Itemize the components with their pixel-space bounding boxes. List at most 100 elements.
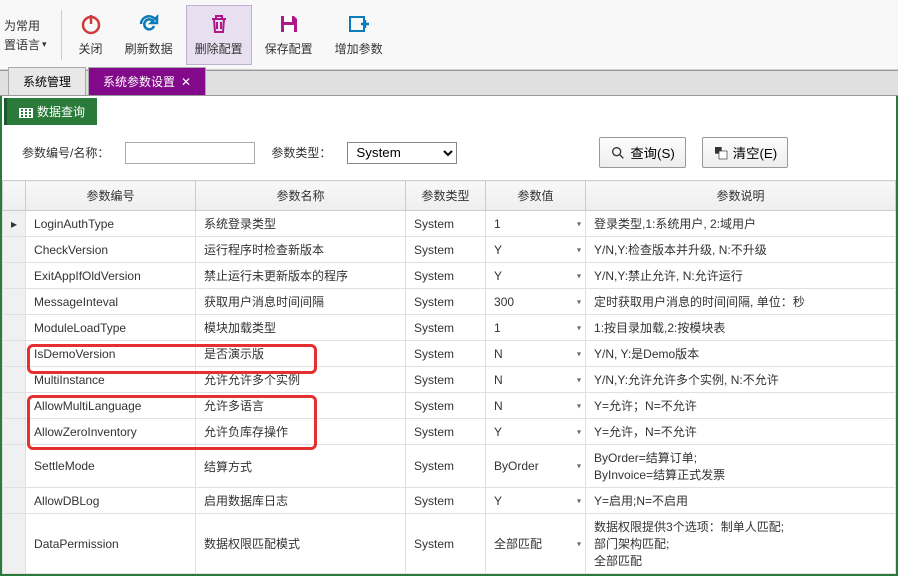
search-button[interactable]: 查询(S) <box>599 137 685 168</box>
cell-type: System <box>406 393 486 419</box>
col-type[interactable]: 参数类型 <box>406 181 486 211</box>
cell-desc: Y/N, Y:是Demo版本 <box>586 341 896 367</box>
cell-value[interactable]: 1 <box>486 315 586 341</box>
cell-name: 运行程序时检查新版本 <box>196 237 406 263</box>
cell-desc: Y/N,Y:检查版本并升级, N:不升级 <box>586 237 896 263</box>
cell-value[interactable]: 1 <box>486 211 586 237</box>
subtab-data-query[interactable]: 数据查询 <box>4 98 97 125</box>
cell-desc: 登录类型,1:系统用户, 2:域用户 <box>586 211 896 237</box>
cell-type: System <box>406 289 486 315</box>
grid-icon <box>19 108 33 118</box>
cell-type: System <box>406 488 486 514</box>
cell-name: 数据权限匹配模式 <box>196 514 406 574</box>
cell-desc: ByOrder=结算订单; ByInvoice=结算正式发票 <box>586 445 896 488</box>
row-marker <box>3 445 26 488</box>
cell-value[interactable]: N <box>486 393 586 419</box>
cell-type: System <box>406 263 486 289</box>
cell-id: ModuleLoadType <box>26 315 196 341</box>
cell-name: 模块加载类型 <box>196 315 406 341</box>
cell-type: System <box>406 315 486 341</box>
cell-name: 系统登录类型 <box>196 211 406 237</box>
cell-type: System <box>406 419 486 445</box>
col-desc[interactable]: 参数说明 <box>586 181 896 211</box>
main-toolbar: 为常用 置语言 关闭 刷新数据 删除配置 保存配置 增加参数 <box>0 0 898 70</box>
refresh-button[interactable]: 刷新数据 <box>116 5 182 65</box>
filter-bar: 参数编号/名称： 参数类型： System 查询(S) 清空(E) <box>2 125 896 180</box>
cell-desc: Y/N,Y:禁止允许, N:允许运行 <box>586 263 896 289</box>
table-row[interactable]: SettleMode结算方式SystemByOrderByOrder=结算订单;… <box>3 445 896 488</box>
clear-button[interactable]: 清空(E) <box>702 137 788 168</box>
separator <box>61 10 62 60</box>
row-marker <box>3 315 26 341</box>
filter-name-input[interactable] <box>125 142 255 164</box>
row-marker <box>3 367 26 393</box>
col-value[interactable]: 参数值 <box>486 181 586 211</box>
tab-system-manage[interactable]: 系统管理 <box>8 67 86 95</box>
refresh-icon <box>137 12 161 36</box>
cell-desc: Y/N,Y:允许允许多个实例, N:不允许 <box>586 367 896 393</box>
col-name[interactable]: 参数名称 <box>196 181 406 211</box>
add-param-button[interactable]: 增加参数 <box>326 5 392 65</box>
cell-name: 获取用户消息时间间隔 <box>196 289 406 315</box>
col-marker <box>3 181 26 211</box>
cell-type: System <box>406 211 486 237</box>
filter-type-label: 参数类型： <box>271 144 331 161</box>
params-table: 参数编号 参数名称 参数类型 参数值 参数说明 ▸LoginAuthType系统… <box>2 180 896 574</box>
table-row[interactable]: MultiInstance允许允许多个实例SystemNY/N,Y:允许允许多个… <box>3 367 896 393</box>
cell-value[interactable]: Y <box>486 488 586 514</box>
cell-value[interactable]: N <box>486 341 586 367</box>
filter-name-label: 参数编号/名称： <box>22 144 109 161</box>
cell-name: 启用数据库日志 <box>196 488 406 514</box>
search-icon <box>610 145 626 161</box>
cell-type: System <box>406 367 486 393</box>
cell-value[interactable]: N <box>486 367 586 393</box>
table-row[interactable]: ModuleLoadType模块加载类型System11:按目录加载,2:按模块… <box>3 315 896 341</box>
table-row[interactable]: AllowMultiLanguage允许多语言SystemNY=允许；N=不允许 <box>3 393 896 419</box>
cell-name: 允许多语言 <box>196 393 406 419</box>
table-row[interactable]: AllowZeroInventory允许负库存操作SystemYY=允许，N=不… <box>3 419 896 445</box>
cell-name: 允许负库存操作 <box>196 419 406 445</box>
cell-value[interactable]: ByOrder <box>486 445 586 488</box>
filter-type-select[interactable]: System <box>347 142 457 164</box>
trash-icon <box>207 12 231 36</box>
cell-value[interactable]: Y <box>486 419 586 445</box>
tab-system-param-settings[interactable]: 系统参数设置✕ <box>88 67 206 95</box>
language-dropdown[interactable]: 置语言 <box>4 35 47 54</box>
cell-value[interactable]: 全部匹配 <box>486 514 586 574</box>
table-row[interactable]: MessageInteval获取用户消息时间间隔System300定时获取用户消… <box>3 289 896 315</box>
add-param-icon <box>347 12 371 36</box>
cell-value[interactable]: Y <box>486 237 586 263</box>
cell-id: AllowMultiLanguage <box>26 393 196 419</box>
col-id[interactable]: 参数编号 <box>26 181 196 211</box>
cell-value[interactable]: 300 <box>486 289 586 315</box>
cell-desc: 数据权限提供3个选项：制单人匹配; 部门架构匹配; 全部匹配 <box>586 514 896 574</box>
table-row[interactable]: CheckVersion运行程序时检查新版本SystemYY/N,Y:检查版本并… <box>3 237 896 263</box>
floppy-icon <box>277 12 301 36</box>
cell-name: 禁止运行未更新版本的程序 <box>196 263 406 289</box>
cell-id: ExitAppIfOldVersion <box>26 263 196 289</box>
row-marker <box>3 341 26 367</box>
cell-id: MultiInstance <box>26 367 196 393</box>
cell-desc: Y=启用;N=不启用 <box>586 488 896 514</box>
close-icon[interactable]: ✕ <box>181 75 191 89</box>
delete-config-button[interactable]: 删除配置 <box>186 5 252 65</box>
table-row[interactable]: DataPermission数据权限匹配模式System全部匹配数据权限提供3个… <box>3 514 896 574</box>
cell-name: 结算方式 <box>196 445 406 488</box>
cell-type: System <box>406 514 486 574</box>
cell-name: 是否演示版 <box>196 341 406 367</box>
table-row[interactable]: ExitAppIfOldVersion禁止运行未更新版本的程序SystemYY/… <box>3 263 896 289</box>
cell-id: AllowDBLog <box>26 488 196 514</box>
power-icon <box>79 12 103 36</box>
row-marker <box>3 419 26 445</box>
row-marker <box>3 289 26 315</box>
cell-id: CheckVersion <box>26 237 196 263</box>
table-row[interactable]: IsDemoVersion是否演示版SystemNY/N, Y:是Demo版本 <box>3 341 896 367</box>
table-row[interactable]: ▸LoginAuthType系统登录类型System1登录类型,1:系统用户, … <box>3 211 896 237</box>
save-config-button[interactable]: 保存配置 <box>256 5 322 65</box>
table-row[interactable]: AllowDBLog启用数据库日志SystemYY=启用;N=不启用 <box>3 488 896 514</box>
cell-type: System <box>406 445 486 488</box>
row-marker <box>3 263 26 289</box>
cell-value[interactable]: Y <box>486 263 586 289</box>
row-marker <box>3 514 26 574</box>
close-button[interactable]: 关闭 <box>70 5 112 65</box>
